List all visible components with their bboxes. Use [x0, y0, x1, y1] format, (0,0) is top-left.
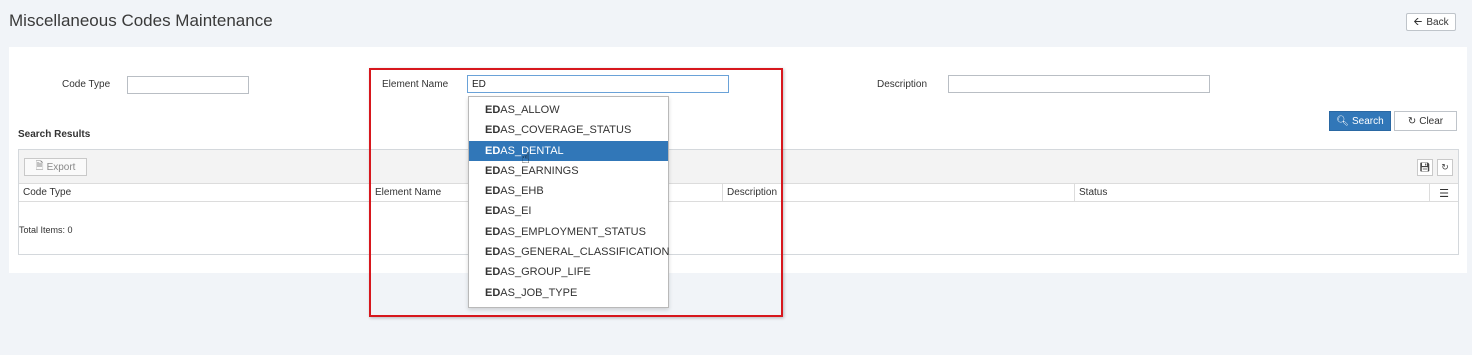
clear-button-label: Clear: [1419, 115, 1444, 127]
match-prefix: ED: [485, 225, 501, 238]
item-suffix: AS_EHB: [500, 185, 544, 198]
match-prefix: ED: [485, 185, 501, 198]
autocomplete-item-selected[interactable]: EDAS_DENTAL: [469, 140, 668, 161]
export-button-label: Export: [46, 161, 76, 173]
item-suffix: AS_EI: [500, 205, 532, 218]
total-items: Total Items: 0: [19, 225, 73, 235]
item-suffix: AS_EARNINGS: [500, 164, 579, 177]
back-button[interactable]: 🡨 Back: [1406, 13, 1456, 31]
page-title: Miscellaneous Codes Maintenance: [9, 11, 273, 30]
match-prefix: ED: [485, 246, 501, 259]
autocomplete-dropdown[interactable]: EDAS_ALLOW EDAS_COVERAGE_STATUS EDAS_DEN…: [468, 96, 669, 308]
code-type-input[interactable]: [127, 76, 249, 94]
column-header-code-type[interactable]: Code Type: [19, 184, 371, 202]
item-suffix: AS_EMPLOYMENT_STATUS: [500, 225, 646, 238]
match-prefix: ED: [485, 124, 501, 137]
item-suffix: AS_JOB_TYPE: [500, 286, 578, 299]
autocomplete-item[interactable]: EDAS_EARNINGS: [469, 161, 668, 181]
item-suffix: AS_COVERAGE_STATUS: [500, 124, 632, 137]
code-type-label: Code Type: [62, 79, 111, 90]
file-export-icon: 🗎︎: [35, 160, 44, 172]
column-header-status[interactable]: Status: [1075, 184, 1430, 202]
hand-cursor-icon: ☝︎: [521, 150, 531, 167]
item-suffix: AS_ALLOW: [500, 104, 560, 116]
refresh-icon: ↻: [1407, 115, 1417, 127]
autocomplete-item[interactable]: EDAS_EI: [469, 201, 668, 221]
refresh-icon: ↻: [1441, 162, 1449, 172]
autocomplete-item[interactable]: EDAS_EMPLOYMENT_STATUS: [469, 222, 668, 242]
autocomplete-item[interactable]: EDAS_GROUP_LIFE: [469, 262, 668, 282]
match-prefix: ED: [485, 266, 501, 279]
arrow-left-icon: 🡨: [1413, 15, 1423, 28]
autocomplete-item[interactable]: EDAS_GENERAL_CLASSIFICATION: [469, 242, 670, 262]
search-results-title: Search Results: [18, 129, 91, 140]
export-button[interactable]: 🗎︎ Export: [24, 158, 87, 176]
search-button-label: Search: [1352, 115, 1384, 127]
search-button[interactable]: 🔍︎ Search: [1329, 111, 1391, 131]
match-prefix: ED: [485, 164, 501, 177]
match-prefix: ED: [485, 205, 501, 218]
autocomplete-item[interactable]: EDAS_ALLOW: [469, 100, 668, 120]
menu-icon: ☰: [1439, 187, 1449, 200]
autocomplete-item[interactable]: EDAS_EHB: [469, 181, 668, 201]
item-suffix: AS_DENTAL: [500, 144, 564, 157]
match-prefix: ED: [485, 104, 501, 116]
match-prefix: ED: [485, 144, 501, 157]
autocomplete-item[interactable]: EDAS_JOB_TYPE: [469, 283, 668, 303]
column-menu-button[interactable]: ☰: [1429, 184, 1458, 202]
autocomplete-item[interactable]: EDAS_COVERAGE_STATUS: [469, 120, 668, 140]
item-suffix: AS_GROUP_LIFE: [500, 266, 591, 279]
item-suffix: AS_GENERAL_CLASSIFICATION: [500, 246, 670, 259]
search-icon: 🔍︎: [1336, 115, 1349, 127]
description-input[interactable]: [948, 75, 1210, 93]
match-prefix: ED: [485, 286, 501, 299]
refresh-grid-button[interactable]: ↻: [1437, 159, 1453, 176]
clear-button[interactable]: ↻ Clear: [1394, 111, 1457, 131]
description-label: Description: [877, 79, 928, 90]
save-icon: 💾︎: [1419, 162, 1431, 172]
save-layout-button[interactable]: 💾︎: [1417, 159, 1433, 176]
back-button-label: Back: [1426, 16, 1449, 28]
